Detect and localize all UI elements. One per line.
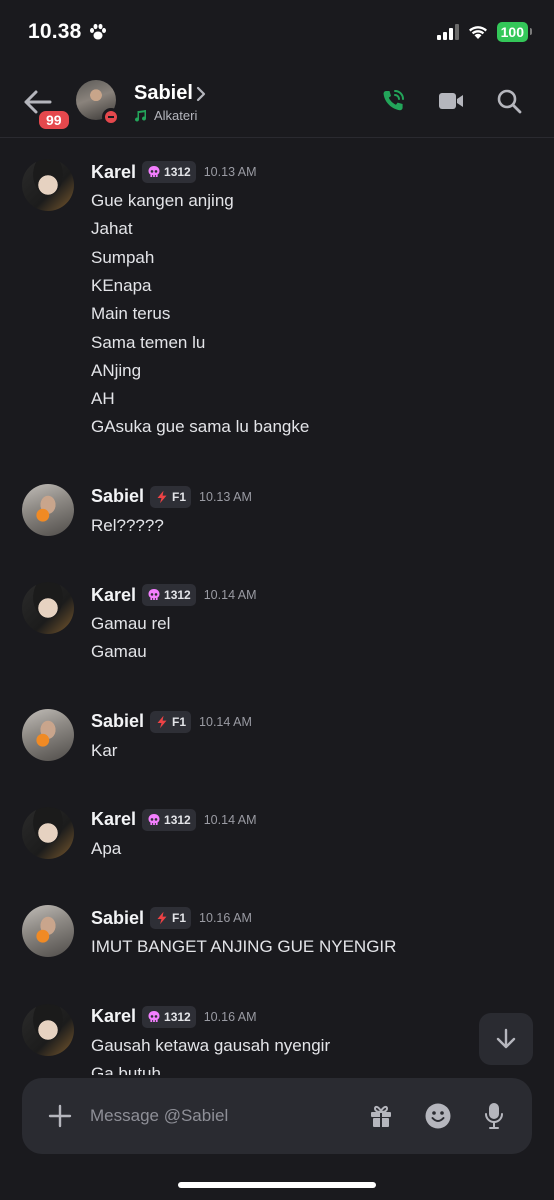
message-text[interactable]: IMUT BANGET ANJING GUE NYENGIR — [91, 937, 396, 957]
message-text[interactable]: Rel????? — [91, 516, 164, 536]
server-tag-label: F1 — [172, 714, 187, 729]
recipient-name[interactable]: Sabiel — [134, 82, 193, 105]
avatar[interactable] — [22, 905, 74, 958]
message-header: Karel 1312 10.14 AM — [91, 808, 257, 831]
author-name[interactable]: Karel — [91, 1006, 136, 1027]
server-tag[interactable]: 1312 — [142, 1005, 196, 1028]
paw-icon — [89, 23, 106, 40]
avatar[interactable] — [22, 159, 74, 211]
author-name[interactable]: Karel — [91, 809, 136, 830]
skull-icon — [148, 813, 160, 825]
message-header: Sabiel F1 10.14 AM — [91, 710, 252, 733]
message-text[interactable]: Jahat — [91, 219, 133, 239]
message-text[interactable]: KEnapa — [91, 276, 152, 296]
message-text[interactable]: Gamau — [91, 642, 147, 662]
server-tag[interactable]: F1 — [150, 907, 192, 930]
avatar[interactable] — [22, 483, 74, 536]
message-input[interactable] — [90, 1100, 350, 1132]
skull-icon — [148, 1010, 160, 1022]
plus-icon[interactable] — [48, 1104, 72, 1128]
status-bar: 10.38 100 — [0, 0, 554, 66]
message-text[interactable]: Ga butuh — [91, 1064, 161, 1075]
avatar[interactable] — [22, 708, 74, 761]
message-timestamp: 10.14 AM — [203, 812, 257, 827]
message-timestamp: 10.13 AM — [203, 165, 257, 179]
message-text[interactable]: Sumpah — [91, 248, 154, 268]
music-note-icon — [135, 109, 147, 122]
server-tag-label: F1 — [172, 489, 187, 504]
message-header: Karel 1312 10.13 AM — [91, 161, 257, 183]
activity-status: Alkateri — [134, 108, 197, 123]
activity-text: Alkateri — [154, 108, 198, 123]
message-text[interactable]: Kar — [91, 741, 117, 761]
author-name[interactable]: Sabiel — [91, 711, 144, 732]
message-header: Sabiel F1 10.13 AM — [91, 485, 252, 508]
message-text[interactable]: ANjing — [91, 361, 141, 381]
phone-call-icon[interactable] — [380, 88, 406, 114]
wifi-icon — [468, 26, 487, 39]
message-text[interactable]: Apa — [91, 839, 121, 859]
message-composer — [22, 1078, 532, 1154]
server-tag-label: F1 — [172, 911, 187, 926]
battery-indicator: 100 — [496, 22, 533, 42]
unread-badge: 99 — [36, 108, 72, 132]
emoji-icon[interactable] — [424, 1102, 452, 1130]
status-indicators: 100 — [436, 22, 533, 42]
video-camera-icon[interactable] — [438, 90, 464, 112]
server-tag-label: 1312 — [164, 588, 191, 602]
message-timestamp: 10.16 AM — [203, 1009, 257, 1024]
message-text[interactable]: AH — [91, 389, 115, 409]
server-tag-label: 1312 — [164, 165, 191, 179]
message-header: Sabiel F1 10.16 AM — [91, 907, 252, 930]
message-text[interactable]: Gamau rel — [91, 614, 170, 634]
dm-header: 99 Sabiel Alkateri — [0, 66, 554, 138]
status-time: 10.38 — [28, 20, 82, 43]
microphone-icon[interactable] — [484, 1102, 504, 1130]
avatar[interactable] — [22, 582, 74, 634]
skull-icon — [148, 589, 160, 600]
search-icon[interactable] — [496, 88, 522, 114]
message-text[interactable]: Gausah ketawa gausah nyengir — [91, 1036, 330, 1056]
message-text[interactable]: Main terus — [91, 304, 170, 324]
server-tag[interactable]: 1312 — [142, 161, 196, 183]
message-timestamp: 10.14 AM — [199, 714, 252, 729]
message-text[interactable]: Gue kangen anjing — [91, 191, 234, 211]
message-text[interactable]: Sama temen lu — [91, 333, 205, 353]
author-name[interactable]: Sabiel — [91, 908, 144, 929]
lightning-icon — [157, 911, 167, 925]
cellular-signal-icon — [436, 24, 459, 40]
message-header: Karel 1312 10.14 AM — [91, 584, 257, 606]
author-name[interactable]: Karel — [91, 162, 136, 183]
dnd-status-icon — [102, 108, 120, 126]
arrow-down-icon — [496, 1028, 516, 1049]
message-text[interactable]: GAsuka gue sama lu bangke — [91, 417, 309, 437]
server-tag[interactable]: 1312 — [142, 584, 196, 606]
message-timestamp: 10.13 AM — [199, 489, 252, 504]
message-list[interactable]: Karel 1312 10.13 AM Gue kangen anjing Jahat S… — [0, 139, 554, 1075]
avatar[interactable] — [22, 806, 74, 859]
chevron-right-icon[interactable] — [195, 86, 207, 102]
server-tag[interactable]: F1 — [150, 485, 192, 508]
message-timestamp: 10.14 AM — [203, 588, 257, 602]
home-indicator[interactable] — [178, 1182, 376, 1188]
author-name[interactable]: Sabiel — [91, 486, 144, 507]
server-tag[interactable]: 1312 — [142, 808, 196, 831]
server-tag-label: 1312 — [164, 812, 191, 827]
lightning-icon — [157, 490, 167, 503]
server-tag[interactable]: F1 — [150, 710, 192, 733]
gift-icon[interactable] — [368, 1103, 394, 1129]
skull-icon — [148, 166, 160, 177]
message-header: Karel 1312 10.16 AM — [91, 1005, 257, 1028]
avatar[interactable] — [22, 1003, 74, 1056]
message-timestamp: 10.16 AM — [199, 911, 252, 926]
lightning-icon — [157, 715, 167, 728]
scroll-to-bottom-button[interactable] — [479, 1013, 533, 1065]
author-name[interactable]: Karel — [91, 585, 136, 606]
server-tag-label: 1312 — [164, 1009, 191, 1024]
status-time-group: 10.38 — [28, 20, 108, 44]
